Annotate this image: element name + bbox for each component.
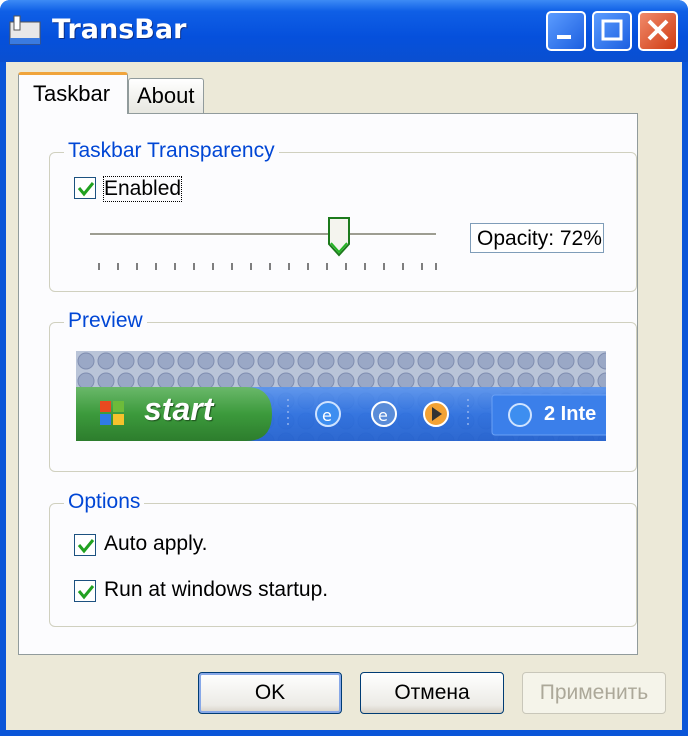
outlook-quicklaunch-icon: e xyxy=(371,401,397,427)
enabled-label[interactable]: Enabled xyxy=(102,176,183,202)
checkmark-icon xyxy=(77,182,95,197)
ie-taskbutton-icon xyxy=(508,403,532,427)
taskbar-transparency-label: Taskbar Transparency xyxy=(64,139,279,163)
checkmark-icon xyxy=(77,539,95,554)
options-group: Options Auto apply. Run at windows start… xyxy=(49,490,637,627)
taskbar-preview: e e start 2 Inte xyxy=(76,351,606,441)
opacity-slider-track[interactable] xyxy=(90,233,436,236)
minimize-button[interactable] xyxy=(546,11,586,51)
tab-panel-taskbar: Taskbar Transparency Enabled Opacity: 72… xyxy=(18,113,638,655)
ok-button[interactable]: OK xyxy=(198,672,342,714)
opacity-slider-ticks xyxy=(98,263,437,270)
options-label: Options xyxy=(64,490,145,514)
title-bar[interactable]: TransBar xyxy=(0,0,688,62)
tab-about[interactable]: About xyxy=(128,78,204,114)
preview-label: Preview xyxy=(64,309,147,333)
svg-text:e: e xyxy=(322,406,332,425)
svg-text:e: e xyxy=(378,406,388,425)
close-icon xyxy=(647,19,669,41)
opacity-slider-thumb[interactable] xyxy=(328,217,350,257)
auto-apply-label[interactable]: Auto apply. xyxy=(104,532,208,556)
transbar-window: TransBar About Taskbar Taskbar Transpare… xyxy=(0,0,688,736)
run-at-startup-checkbox[interactable] xyxy=(74,580,96,602)
taskbar-button-label: 2 Inte xyxy=(544,403,597,425)
maximize-button[interactable] xyxy=(592,11,632,51)
auto-apply-checkbox[interactable] xyxy=(74,534,96,556)
maximize-icon xyxy=(601,19,623,41)
preview-group: Preview e e start 2 Inte xyxy=(49,309,637,472)
minimize-icon xyxy=(557,35,571,39)
tab-taskbar[interactable]: Taskbar xyxy=(18,72,128,114)
cancel-button[interactable]: Отмена xyxy=(360,672,504,714)
apply-button[interactable]: Применить xyxy=(522,672,666,714)
close-button[interactable] xyxy=(638,11,678,51)
dialog-client-area: About Taskbar Taskbar Transparency Enabl… xyxy=(6,62,682,730)
ie-quicklaunch-icon: e xyxy=(315,401,341,427)
window-title: TransBar xyxy=(52,14,187,45)
app-icon xyxy=(9,15,41,45)
taskbar-transparency-group: Taskbar Transparency Enabled Opacity: 72… xyxy=(49,139,637,292)
checkmark-icon xyxy=(77,585,95,600)
mediaplayer-quicklaunch-icon xyxy=(423,401,449,427)
opacity-readout: Opacity: 72% xyxy=(470,223,604,253)
run-at-startup-label[interactable]: Run at windows startup. xyxy=(104,578,328,602)
enabled-checkbox[interactable] xyxy=(74,177,96,199)
start-button-label: start xyxy=(144,391,214,427)
